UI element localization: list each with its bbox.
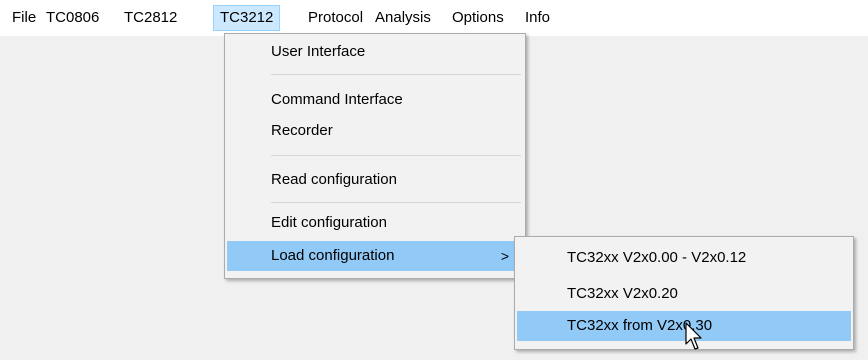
menu-item-recorder[interactable]: Recorder <box>227 116 523 146</box>
menu-item-command-interface[interactable]: Command Interface <box>227 85 523 115</box>
menu-item-label: Edit configuration <box>271 214 387 231</box>
menu-options[interactable]: Options <box>446 5 510 31</box>
menu-item-label: Command Interface <box>271 91 403 108</box>
menu-bar: File TC0806 TC2812 TC3212 Protocol Analy… <box>0 0 868 36</box>
menu-item-read-configuration[interactable]: Read configuration <box>227 165 523 195</box>
menu-file[interactable]: File <box>6 5 42 31</box>
mouse-pointer-icon <box>685 322 702 350</box>
tc3212-dropdown-menu: User Interface Command Interface Recorde… <box>224 33 526 279</box>
menu-protocol[interactable]: Protocol <box>302 5 369 31</box>
menu-tc3212[interactable]: TC3212 <box>213 5 281 31</box>
submenu-arrow-icon: > <box>500 248 509 264</box>
menu-item-user-interface[interactable]: User Interface <box>227 37 523 67</box>
menu-item-label: Recorder <box>271 122 333 139</box>
menu-item-edit-configuration[interactable]: Edit configuration <box>227 208 523 238</box>
menu-tc2812[interactable]: TC2812 <box>118 5 183 31</box>
menu-tc0806[interactable]: TC0806 <box>40 5 105 31</box>
submenu-item-tc32xx-from-v2x0-30[interactable]: TC32xx from V2x0.30 <box>517 311 851 341</box>
menu-item-label: Read configuration <box>271 171 397 188</box>
menu-separator <box>271 202 521 203</box>
menu-separator <box>271 155 521 156</box>
submenu-item-tc32xx-v2x0-00-v2x0-12[interactable]: TC32xx V2x0.00 - V2x0.12 <box>517 243 851 273</box>
menu-item-label: Load configuration <box>271 247 395 264</box>
submenu-item-label: TC32xx V2x0.20 <box>567 285 678 302</box>
submenu-item-tc32xx-v2x0-20[interactable]: TC32xx V2x0.20 <box>517 279 851 309</box>
load-configuration-submenu: TC32xx V2x0.00 - V2x0.12 TC32xx V2x0.20 … <box>514 236 854 350</box>
menu-item-label: User Interface <box>271 43 366 60</box>
menu-info[interactable]: Info <box>519 5 556 31</box>
menu-separator <box>271 74 521 75</box>
menu-item-load-configuration[interactable]: Load configuration > <box>227 241 523 271</box>
submenu-item-label: TC32xx V2x0.00 - V2x0.12 <box>567 249 747 266</box>
menu-analysis[interactable]: Analysis <box>369 5 437 31</box>
